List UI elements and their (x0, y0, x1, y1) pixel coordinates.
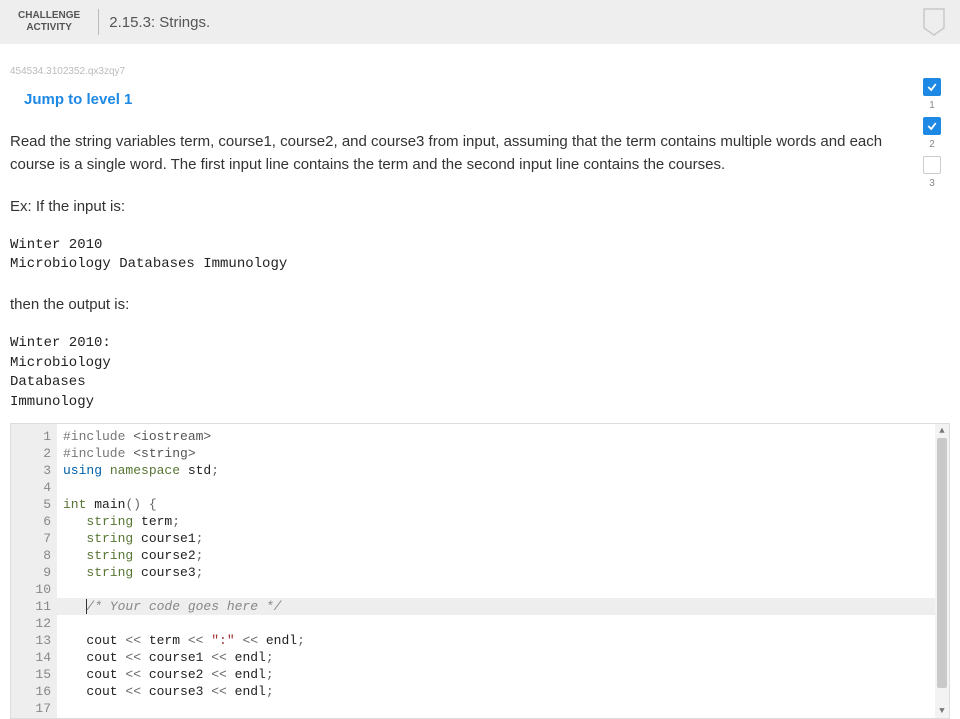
scroll-thumb[interactable] (937, 438, 947, 688)
challenge-badge: CHALLENGE ACTIVITY (10, 10, 88, 34)
output-intro: then the output is: (10, 293, 900, 316)
line-number: 16 (11, 683, 51, 700)
code-line[interactable]: #include <string> (57, 445, 935, 462)
line-number: 6 (11, 513, 51, 530)
line-number: 2 (11, 445, 51, 462)
code-line[interactable]: /* Your code goes here */ (57, 598, 935, 615)
code-line[interactable] (57, 581, 935, 598)
line-number: 5 (11, 496, 51, 513)
code-area[interactable]: #include <iostream>#include <string>usin… (57, 424, 935, 718)
code-line[interactable]: string course2; (57, 547, 935, 564)
line-number: 12 (11, 615, 51, 632)
line-number: 3 (11, 462, 51, 479)
code-line[interactable] (57, 700, 935, 717)
line-number: 10 (11, 581, 51, 598)
line-number: 4 (11, 479, 51, 496)
line-number: 13 (11, 632, 51, 649)
line-number: 7 (11, 530, 51, 547)
bookmark-icon[interactable] (922, 8, 946, 38)
line-number: 11 (11, 598, 51, 615)
scroll-down-arrow[interactable]: ▼ (935, 704, 949, 718)
line-number: 1 (11, 428, 51, 445)
line-number-gutter: 1234567891011121314151617 (11, 424, 57, 718)
text-caret (86, 599, 87, 614)
line-number: 8 (11, 547, 51, 564)
badge-line2: ACTIVITY (18, 22, 80, 34)
example-intro: Ex: If the input is: (10, 195, 900, 218)
code-line[interactable]: #include <iostream> (57, 428, 935, 445)
input-example: Winter 2010 Microbiology Databases Immun… (10, 236, 950, 275)
code-line[interactable]: string course3; (57, 564, 935, 581)
vertical-scrollbar[interactable]: ▲ ▼ (935, 424, 949, 718)
code-line[interactable]: cout << term << ":" << endl; (57, 632, 935, 649)
problem-description: Read the string variables term, course1,… (10, 130, 900, 177)
code-line[interactable]: string course1; (57, 530, 935, 547)
code-line[interactable]: cout << course3 << endl; (57, 683, 935, 700)
header-bar: CHALLENGE ACTIVITY 2.15.3: Strings. (0, 0, 960, 44)
code-line[interactable] (57, 479, 935, 496)
code-line[interactable]: string term; (57, 513, 935, 530)
code-line[interactable]: cout << course2 << endl; (57, 666, 935, 683)
badge-line1: CHALLENGE (18, 10, 80, 22)
output-example: Winter 2010: Microbiology Databases Immu… (10, 334, 950, 412)
code-line[interactable]: cout << course1 << endl; (57, 649, 935, 666)
code-line[interactable]: using namespace std; (57, 462, 935, 479)
code-editor[interactable]: 1234567891011121314151617 #include <iost… (10, 423, 950, 719)
line-number: 14 (11, 649, 51, 666)
activity-title: 2.15.3: Strings. (109, 14, 210, 31)
line-number: 17 (11, 700, 51, 717)
content-area: 454534.3102352.qx3zqy7 Jump to level 1 R… (0, 44, 960, 719)
line-number: 15 (11, 666, 51, 683)
line-number: 9 (11, 564, 51, 581)
code-line[interactable]: int main() { (57, 496, 935, 513)
header-divider (98, 9, 99, 35)
session-id: 454534.3102352.qx3zqy7 (10, 66, 950, 77)
code-line[interactable] (57, 615, 935, 632)
jump-to-level-link[interactable]: Jump to level 1 (24, 91, 950, 108)
scroll-up-arrow[interactable]: ▲ (935, 424, 949, 438)
